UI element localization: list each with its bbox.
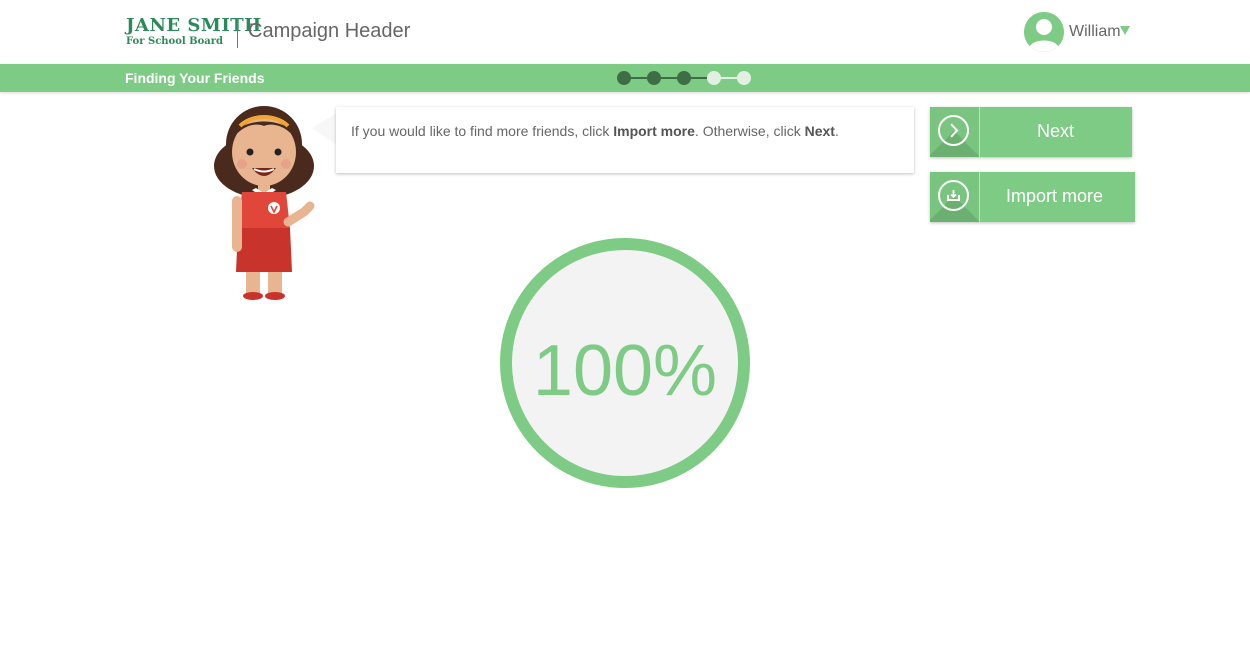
chevron-right-icon — [938, 115, 969, 146]
instruction-text-part: . — [834, 123, 839, 139]
step-dot — [647, 71, 661, 85]
step-progress-indicator — [617, 71, 757, 85]
user-name[interactable]: William — [1069, 23, 1121, 41]
instruction-bubble: If you would like to find more friends, … — [336, 107, 914, 173]
instruction-next-emphasis: Next — [804, 123, 835, 139]
step-dot — [617, 71, 631, 85]
progress-value: 100% — [532, 331, 718, 411]
user-avatar-icon[interactable] — [1024, 12, 1064, 52]
step-dot — [677, 71, 691, 85]
next-button[interactable]: Next — [930, 107, 1132, 157]
step-dot — [707, 71, 721, 85]
next-button-icon-area — [930, 107, 980, 157]
campaign-logo[interactable]: JANE SMITH For School Board — [126, 15, 261, 49]
instruction-text-part: . Otherwise, click — [694, 123, 805, 139]
instruction-import-emphasis: Import more — [613, 123, 695, 139]
progress-ring: 100% — [500, 238, 750, 488]
import-more-button-label: Import more — [1006, 186, 1104, 206]
step-dot — [737, 71, 751, 85]
header-divider — [237, 18, 238, 48]
speech-bubble-tail — [312, 112, 338, 146]
logo-tagline: For School Board — [126, 36, 224, 47]
next-button-label: Next — [1037, 121, 1075, 141]
import-more-button[interactable]: Import more — [930, 172, 1135, 222]
guide-character-illustration — [212, 104, 322, 304]
page-title: Campaign Header — [248, 20, 411, 42]
step-bar: Finding Your Friends — [0, 64, 1250, 92]
download-tray-icon — [938, 180, 969, 211]
logo-name: JANE SMITH — [126, 15, 262, 36]
app-header: JANE SMITH For School Board Campaign Hea… — [0, 0, 1250, 64]
instruction-text: If you would like to find more friends, … — [351, 123, 839, 139]
chevron-down-icon[interactable] — [1120, 26, 1130, 35]
import-button-icon-area — [930, 172, 980, 222]
instruction-text-part: If you would like to find more friends, … — [351, 123, 614, 139]
step-title: Finding Your Friends — [125, 70, 265, 86]
